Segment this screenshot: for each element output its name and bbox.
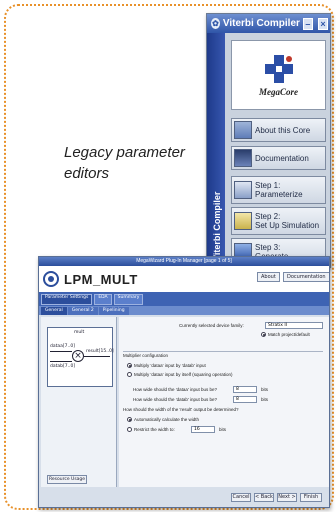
megawizard-titlebar: MegaWizard Plug-In Manager [page 1 of 5]	[39, 257, 329, 266]
wrench-icon	[234, 181, 252, 199]
multiplier-group-divider	[123, 351, 323, 352]
waveform-icon	[234, 212, 252, 230]
auto-calc-label: Automatically calculate the width	[134, 417, 200, 422]
device-family-select[interactable]: Stratix II	[265, 322, 323, 329]
restrict-bits: bits	[219, 427, 227, 432]
device-family-label: Currently selected device family:	[179, 323, 244, 328]
resource-usage-button[interactable]: Resource Usage	[47, 475, 87, 484]
option-squaring[interactable]: Multiply 'dataa' input by itself (squari…	[127, 372, 233, 378]
step-summary[interactable]: Summary	[113, 293, 144, 305]
step2-simulation-button[interactable]: Step 2: Set Up Simulation	[231, 207, 326, 235]
result-width-question: How should the width of the 'result' out…	[123, 407, 239, 412]
viterbi-titlebar: ✿ Viterbi Compiler – ×	[207, 14, 330, 33]
symbol-title: mult	[74, 330, 85, 335]
documentation-button[interactable]: Documentation	[283, 272, 329, 282]
altera-logo-icon	[43, 271, 59, 287]
mult-symbol: mult dataa[7..0] datab[7..0] × result[15…	[47, 327, 114, 387]
radio-auto-calc[interactable]	[127, 417, 132, 423]
width-a-question: How wide should the 'dataa' input bus be…	[133, 387, 218, 392]
match-default-label: Match project/default	[268, 332, 310, 337]
step-bar: Parameter Settings EDA Summary	[39, 292, 329, 306]
about-core-button[interactable]: About this Core	[231, 118, 326, 142]
back-button[interactable]: < Back	[254, 493, 274, 502]
output-wire	[84, 356, 110, 357]
documentation-label: Documentation	[255, 153, 309, 163]
megafunction-name: LPM_MULT	[64, 271, 138, 287]
viterbi-title: Viterbi Compiler	[222, 18, 300, 29]
cancel-button[interactable]: Cancel	[231, 493, 251, 502]
step2-label: Step 2: Set Up Simulation	[255, 212, 320, 230]
match-default-radio[interactable]	[261, 332, 266, 338]
tab-general[interactable]: General	[41, 306, 67, 315]
caption: Legacy parameter editors	[64, 144, 185, 182]
option-restrict[interactable]: Restrict the width to:	[127, 427, 175, 433]
option2-label: Multiply 'dataa' input by itself (squari…	[134, 372, 233, 377]
width-b-question: How wide should the 'datab' input bus be…	[133, 397, 218, 402]
restrict-width-select[interactable]: 16	[191, 426, 215, 433]
step1-label: Step 1: Parameterize	[255, 181, 303, 199]
multiply-icon: ×	[72, 350, 84, 362]
input-b-wire	[50, 361, 72, 362]
finish-button[interactable]: Finish	[300, 493, 322, 502]
viterbi-side-banner: Viterbi Compiler	[207, 33, 225, 267]
input-b-label: datab[7..0]	[50, 364, 76, 369]
radio-multiply-dataa-datab[interactable]	[127, 363, 132, 369]
width-b-bits: bits	[261, 397, 269, 402]
viterbi-compiler-window: ✿ Viterbi Compiler – × Viterbi Compiler …	[206, 13, 331, 268]
megawizard-header: LPM_MULT About Documentation	[39, 266, 329, 292]
width-a-select[interactable]: 8	[233, 386, 257, 393]
megacore-text: MegaCore	[259, 87, 298, 97]
about-core-label: About this Core	[255, 125, 311, 135]
option-multiply-dataa-datab[interactable]: Multiply 'dataa' input by 'datab' input	[127, 363, 206, 369]
option1-label: Multiply 'dataa' input by 'datab' input	[134, 363, 206, 368]
book-icon	[234, 149, 252, 167]
tab-bar: General General 2 Pipelining	[39, 306, 329, 315]
minimize-icon[interactable]: –	[302, 17, 313, 30]
megawizard-window: MegaWizard Plug-In Manager [page 1 of 5]…	[38, 256, 330, 508]
megacore-mark-icon	[264, 55, 293, 83]
radio-squaring[interactable]	[127, 372, 132, 378]
tab-pipelining[interactable]: Pipelining	[98, 306, 129, 315]
width-a-bits: bits	[261, 387, 269, 392]
output-label: result[15..0]	[86, 349, 114, 354]
match-default-checkbox[interactable]: Match project/default	[261, 332, 310, 338]
info-book-icon	[234, 121, 252, 139]
app-icon: ✿	[211, 18, 220, 29]
tab-general-2[interactable]: General 2	[67, 306, 98, 315]
parameter-panel: Currently selected device family: Strati…	[119, 317, 329, 487]
wizard-footer: Cancel < Back Next > Finish	[39, 487, 329, 507]
symbol-panel: mult dataa[7..0] datab[7..0] × result[15…	[41, 317, 117, 487]
width-b-select[interactable]: 8	[233, 396, 257, 403]
radio-restrict[interactable]	[127, 427, 132, 433]
input-a-wire	[50, 351, 72, 352]
megacore-logo: MegaCore	[231, 40, 326, 110]
step-parameter-settings[interactable]: Parameter Settings	[41, 293, 93, 305]
step-eda[interactable]: EDA	[94, 293, 112, 305]
restrict-label: Restrict the width to:	[134, 427, 175, 432]
documentation-button[interactable]: Documentation	[231, 146, 326, 170]
side-label: Viterbi Compiler	[212, 191, 222, 261]
multiplier-config-heading: Multiplier configuration	[123, 353, 169, 358]
about-button[interactable]: About	[257, 272, 280, 282]
close-icon[interactable]: ×	[317, 17, 328, 30]
step1-parameterize-button[interactable]: Step 1: Parameterize	[231, 176, 326, 204]
next-button[interactable]: Next >	[277, 493, 297, 502]
option-auto-calc[interactable]: Automatically calculate the width	[127, 417, 200, 423]
input-a-label: dataa[7..0]	[50, 344, 75, 349]
